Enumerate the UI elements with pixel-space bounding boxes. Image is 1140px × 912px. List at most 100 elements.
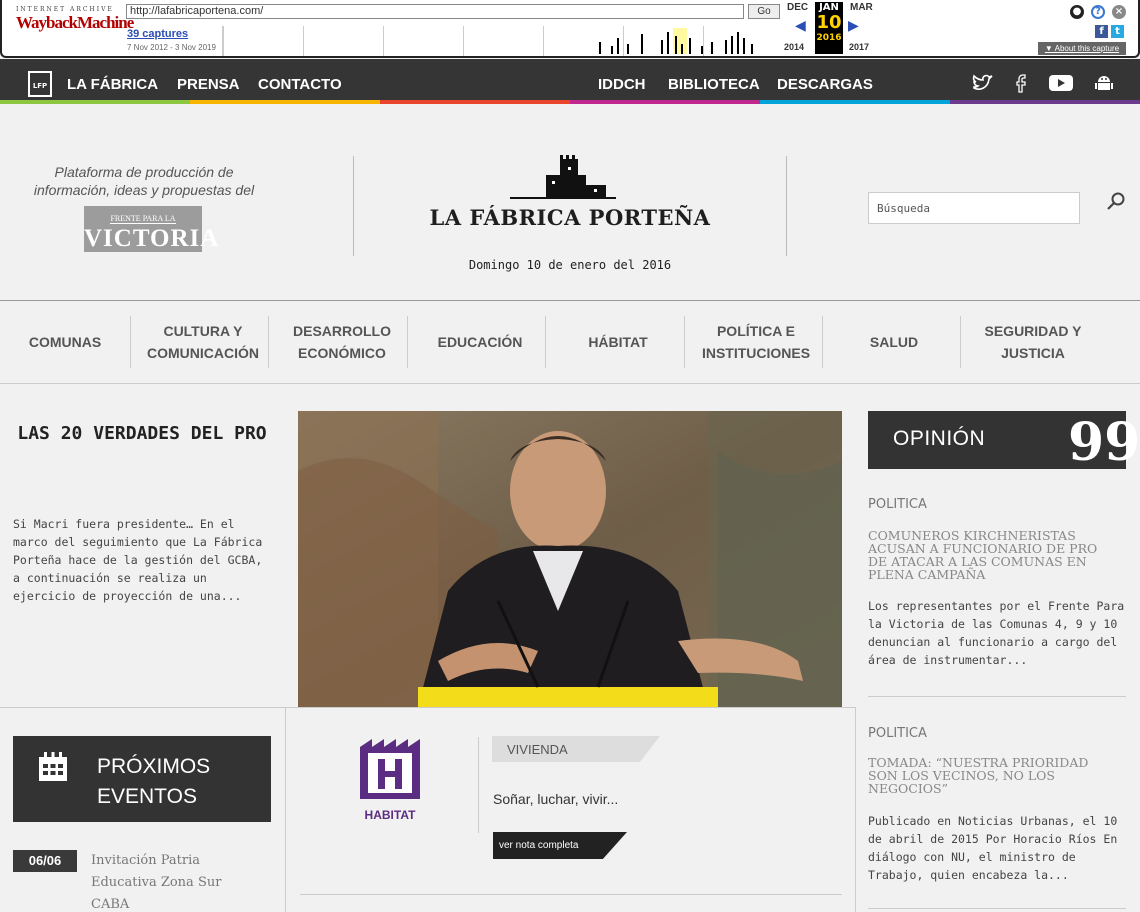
header-divider-left: [353, 156, 354, 256]
sparkline-bar: [627, 44, 629, 54]
sparkline-bar: [661, 40, 663, 54]
wayback-sparkline[interactable]: [222, 26, 782, 56]
prev-capture-arrow-icon[interactable]: ◀: [795, 18, 806, 34]
wayback-actions: ● ? ×: [1070, 5, 1126, 19]
facebook-share-icon[interactable]: f: [1095, 25, 1108, 38]
nav-contacto[interactable]: CONTACTO: [258, 76, 342, 93]
sparkline-bar: [611, 46, 613, 54]
quote-icon: 99: [1068, 412, 1140, 473]
nav-strip-segment: [760, 100, 950, 104]
sparkline-year-divider: [543, 26, 544, 56]
account-icon[interactable]: ●: [1070, 5, 1084, 19]
sparkline-bar: [667, 32, 669, 54]
sparkline-bar: [599, 42, 601, 54]
sparkline-bar: [743, 38, 745, 54]
help-icon[interactable]: ?: [1091, 5, 1105, 19]
frente-para-la-victoria-logo[interactable]: FRENTE PARA LA VICTORIA: [84, 206, 220, 252]
fpv-big-text: VICTORIA: [84, 225, 220, 252]
fpv-small-text: FRENTE PARA LA: [110, 214, 176, 224]
nav-strip-segment: [0, 100, 190, 104]
nav-biblioteca[interactable]: BIBLIOTECA: [668, 76, 760, 93]
header-tagline: Plataforma de producción de información,…: [33, 164, 255, 198]
twitter-icon[interactable]: [972, 73, 994, 93]
category-divider: [822, 316, 823, 368]
opinion-item-excerpt: Los representantes por el Frente Para la…: [868, 599, 1125, 667]
wayback-next-year[interactable]: 2017: [849, 42, 869, 52]
wayback-url-input[interactable]: http://lafabricaportena.com/: [126, 4, 744, 19]
wayback-logo[interactable]: INTERNET ARCHIVE WaybackMachine: [16, 6, 134, 33]
opinion-item-category[interactable]: POLITICA: [868, 497, 927, 512]
lead-article-title[interactable]: LAS 20 VERDADES DEL PRO: [16, 416, 268, 452]
category-divider: [407, 316, 408, 368]
sparkline-year-divider: [223, 26, 224, 56]
category-salud[interactable]: SALUD: [828, 316, 960, 368]
sparkline-year-divider: [703, 26, 704, 56]
nav-la-fabrica[interactable]: LA FÁBRICA: [67, 76, 158, 93]
wayback-go-button[interactable]: Go: [748, 4, 780, 19]
wayback-share: f t: [1095, 25, 1124, 38]
event-date-badge: 06/06: [13, 850, 77, 872]
nav-strip-segment: [190, 100, 380, 104]
event-title[interactable]: Invitación Patria Educativa Zona Sur CAB…: [91, 850, 261, 912]
sparkline-bar: [725, 40, 727, 54]
nav-iddch[interactable]: IDDCH: [598, 76, 646, 93]
sparkline-bar: [751, 44, 753, 54]
nav-color-strip: [0, 100, 1140, 104]
wayback-next-month[interactable]: MAR: [850, 2, 873, 13]
opinion-item-title[interactable]: COMUNEROS KIRCHNERISTAS ACUSAN A FUNCION…: [868, 529, 1118, 581]
wayback-prev-month[interactable]: DEC: [787, 2, 808, 13]
facebook-icon[interactable]: [1014, 73, 1028, 93]
opinion-item-title[interactable]: TOMADA: “NUESTRA PRIORIDAD SON LOS VECIN…: [868, 756, 1118, 795]
sparkline-bar: [737, 32, 739, 54]
social-links: [972, 73, 1114, 93]
site-title[interactable]: LA FÁBRICA PORTEÑA: [420, 205, 720, 230]
wayback-prev-year[interactable]: 2014: [784, 42, 804, 52]
sparkline-year-divider: [623, 26, 624, 56]
nav-strip-segment: [570, 100, 760, 104]
habitat-factory-icon[interactable]: [358, 737, 422, 801]
twitter-share-icon[interactable]: t: [1111, 25, 1124, 38]
factory-building-logo-icon[interactable]: [510, 155, 616, 201]
wayback-toolbar: INTERNET ARCHIVE WaybackMachine http://l…: [0, 0, 1140, 58]
category-desarrollo-economico[interactable]: DESARROLLO ECONÓMICO: [280, 316, 404, 368]
android-icon[interactable]: [1094, 73, 1114, 93]
youtube-icon[interactable]: [1048, 73, 1074, 93]
opinion-label: OPINIÓN: [893, 427, 986, 450]
wayback-current-date: JAN 10 2016: [815, 2, 843, 54]
sparkline-year-divider: [383, 26, 384, 56]
main-nav: [0, 59, 1140, 104]
feature-divider: [478, 737, 479, 833]
nav-strip-segment: [950, 100, 1140, 104]
feature-headline[interactable]: Soñar, luchar, vivir...: [493, 791, 618, 807]
category-politica-instituciones[interactable]: POLÍTICA E INSTITUCIONES: [690, 316, 822, 368]
wayback-capture-range: 7 Nov 2012 - 3 Nov 2019: [127, 43, 216, 52]
category-divider: [960, 316, 961, 368]
search-input[interactable]: Búsqueda: [868, 192, 1080, 224]
wayback-cur-year: 2016: [816, 33, 842, 43]
opinion-item-category[interactable]: POLITICA: [868, 726, 927, 741]
calendar-icon: [39, 752, 67, 781]
about-capture-link[interactable]: ▼ About this capture: [1038, 42, 1126, 55]
events-title-line1: PRÓXIMOS: [97, 755, 211, 778]
nav-prensa[interactable]: PRENSA: [177, 76, 240, 93]
category-seguridad-justicia[interactable]: SEGURIDAD Y JUSTICIA: [968, 316, 1098, 368]
search-icon[interactable]: [1105, 191, 1127, 213]
category-habitat[interactable]: HÁBITAT: [552, 316, 684, 368]
wayback-cur-day: 10: [816, 12, 842, 33]
hero-photo[interactable]: [298, 411, 842, 707]
lfp-logo-icon[interactable]: LFP: [28, 71, 52, 97]
habitat-label: HABITAT: [364, 808, 416, 822]
close-icon[interactable]: ×: [1112, 5, 1126, 19]
sparkline-bar: [731, 36, 733, 54]
next-capture-arrow-icon[interactable]: ▶: [848, 18, 859, 34]
nav-descargas[interactable]: DESCARGAS: [777, 76, 873, 93]
nav-strip-segment: [380, 100, 570, 104]
wayback-captures-link[interactable]: 39 captures: [127, 28, 188, 40]
category-comunas[interactable]: COMUNAS: [14, 316, 116, 368]
sparkline-bar: [675, 36, 677, 54]
category-cultura-comunicacion[interactable]: CULTURA Y COMUNICACIÓN: [136, 316, 270, 368]
sparkline-bar: [701, 46, 703, 54]
category-educacion[interactable]: EDUCACIÓN: [414, 316, 546, 368]
header-divider-right: [786, 156, 787, 256]
category-divider: [268, 316, 269, 368]
